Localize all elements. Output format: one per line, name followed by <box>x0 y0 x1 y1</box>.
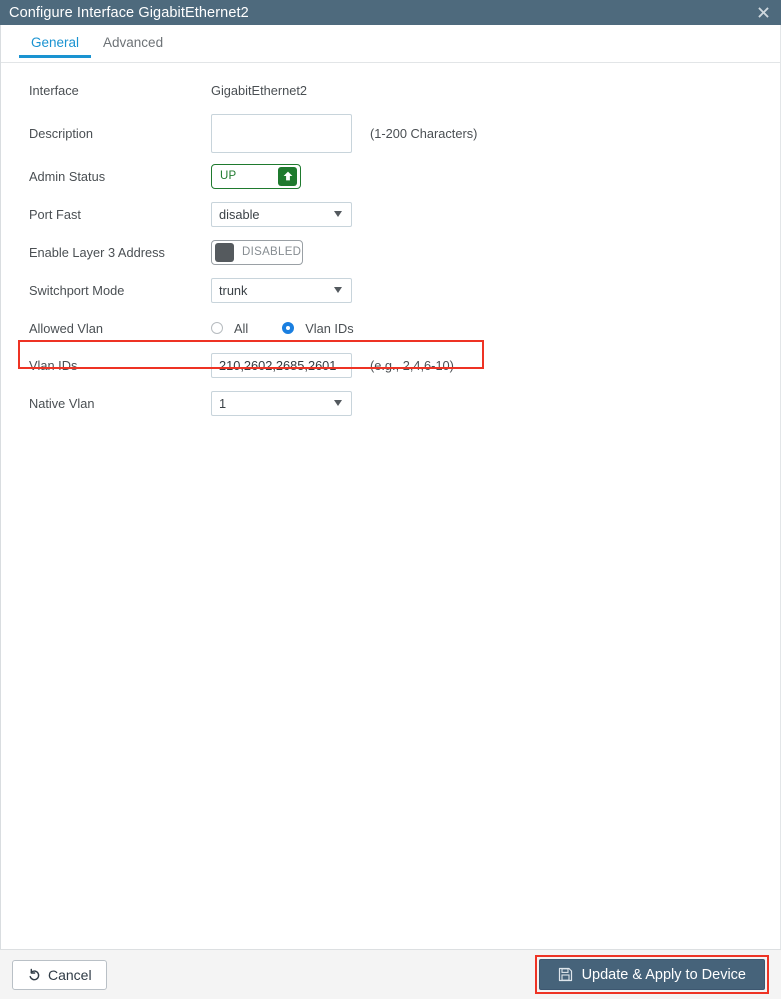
label-switchport-mode: Switchport Mode <box>29 282 125 298</box>
close-icon[interactable] <box>755 5 771 21</box>
switchport-mode-dropdown[interactable]: trunk <box>211 277 352 303</box>
label-description: Description <box>29 125 94 141</box>
cancel-button[interactable]: Cancel <box>12 959 107 990</box>
arrow-up-icon <box>278 166 297 186</box>
hint-vlan-ids: (e.g., 2,4,6-10) <box>370 357 454 373</box>
dialog-title: Configure Interface GigabitEthernet2 <box>9 4 249 21</box>
chevron-down-icon <box>334 287 342 293</box>
dialog-body: General Advanced Interface GigabitEthern… <box>0 25 781 949</box>
tab-bar: General Advanced <box>1 33 780 63</box>
row-switchport-mode: Switchport Mode trunk <box>1 271 780 309</box>
radio-label-all: All <box>234 320 249 336</box>
label-interface: Interface <box>29 82 79 98</box>
row-allowed-vlan: Allowed Vlan All Vlan IDs <box>1 309 780 347</box>
admin-status-state: UP <box>220 170 237 182</box>
admin-status-toggle[interactable]: UP <box>211 163 301 189</box>
tab-advanced[interactable]: Advanced <box>91 33 175 58</box>
row-port-fast: Port Fast disable <box>1 195 780 233</box>
native-vlan-value: 1 <box>219 395 227 411</box>
radio-icon-all <box>211 322 223 334</box>
dialog-footer: Cancel Update & Apply to Device <box>0 949 781 999</box>
chevron-down-icon <box>334 211 342 217</box>
row-native-vlan: Native Vlan 1 <box>1 383 780 423</box>
label-port-fast: Port Fast <box>29 206 81 222</box>
radio-allowed-vlan-ids[interactable]: Vlan IDs <box>282 320 354 336</box>
radio-label-vlan-ids: Vlan IDs <box>305 320 354 336</box>
configure-interface-dialog: Configure Interface GigabitEthernet2 Gen… <box>0 0 781 999</box>
radio-icon-vlan-ids <box>282 322 295 334</box>
row-interface: Interface GigabitEthernet2 <box>1 71 780 109</box>
label-enable-layer3: Enable Layer 3 Address <box>29 244 165 260</box>
save-icon <box>558 967 573 982</box>
port-fast-value: disable <box>219 206 260 222</box>
row-enable-layer3: Enable Layer 3 Address DISABLED <box>1 233 780 271</box>
native-vlan-dropdown[interactable]: 1 <box>211 390 352 416</box>
undo-icon <box>27 968 41 982</box>
value-interface: GigabitEthernet2 <box>211 82 308 98</box>
primary-button-highlight-box: Update & Apply to Device <box>534 955 769 994</box>
allowed-vlan-radio-group: All Vlan IDs <box>211 321 388 336</box>
toggle-knob-icon <box>215 242 234 262</box>
update-apply-button[interactable]: Update & Apply to Device <box>538 959 765 990</box>
chevron-down-icon <box>334 400 342 406</box>
interface-form: Interface GigabitEthernet2 Description (… <box>1 71 780 423</box>
row-vlan-ids: Vlan IDs (e.g., 2,4,6-10) <box>1 347 780 383</box>
enable-layer3-toggle[interactable]: DISABLED <box>211 239 303 265</box>
row-admin-status: Admin Status UP <box>1 157 780 195</box>
vlan-ids-input[interactable] <box>211 352 352 378</box>
hint-description: (1-200 Characters) <box>370 125 478 141</box>
enable-layer3-state: DISABLED <box>242 246 302 258</box>
label-allowed-vlan: Allowed Vlan <box>29 320 103 336</box>
row-description: Description (1-200 Characters) <box>1 109 780 157</box>
description-input[interactable] <box>211 113 352 153</box>
dialog-titlebar: Configure Interface GigabitEthernet2 <box>0 0 781 25</box>
label-admin-status: Admin Status <box>29 168 106 184</box>
update-apply-button-label: Update & Apply to Device <box>581 966 746 983</box>
radio-allowed-vlan-all[interactable]: All <box>211 321 248 336</box>
cancel-button-label: Cancel <box>48 966 92 983</box>
tab-general[interactable]: General <box>19 33 92 58</box>
label-vlan-ids: Vlan IDs <box>29 357 78 373</box>
port-fast-dropdown[interactable]: disable <box>211 201 352 227</box>
label-native-vlan: Native Vlan <box>29 395 95 411</box>
switchport-mode-value: trunk <box>219 282 248 298</box>
